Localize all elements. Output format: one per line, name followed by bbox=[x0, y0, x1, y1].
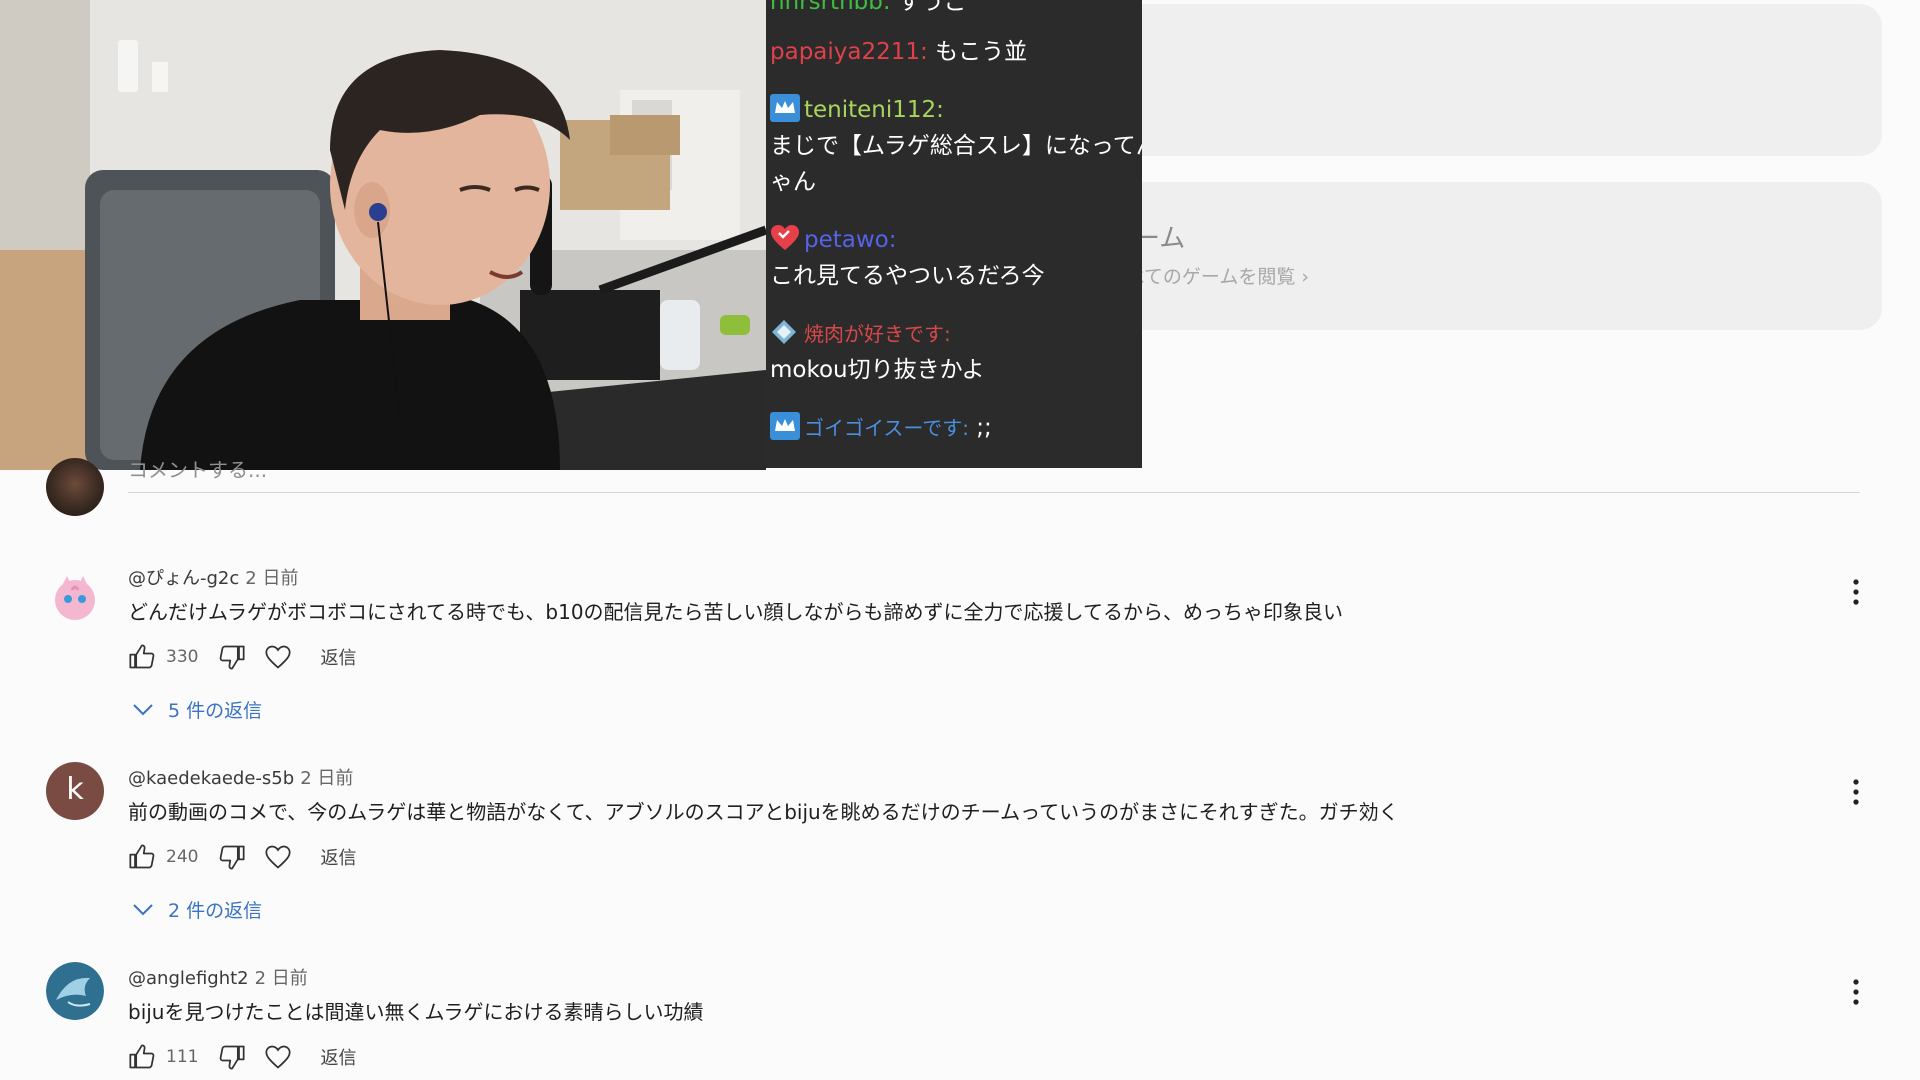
avatar[interactable] bbox=[46, 568, 104, 626]
comment-menu-button[interactable] bbox=[1842, 776, 1870, 808]
chat-text: まじで【ムラゲ総合スレ】になってんじ bbox=[770, 133, 1142, 159]
like-button[interactable] bbox=[126, 1041, 158, 1073]
view-replies-button[interactable]: 2 件の返信 bbox=[132, 896, 262, 923]
dislike-button[interactable] bbox=[216, 1041, 248, 1073]
heart-icon bbox=[265, 645, 291, 669]
chat-message: hhrsrthbb: すうご bbox=[770, 0, 967, 20]
thumbs-up-icon bbox=[129, 644, 155, 669]
heart-badge-icon bbox=[770, 224, 800, 252]
like-button[interactable] bbox=[126, 641, 158, 673]
chat-author: 焼肉が好きです: bbox=[804, 322, 951, 346]
more-vert-icon bbox=[1853, 779, 1859, 805]
chat-author: hhrsrthbb: bbox=[770, 0, 891, 15]
comment-time[interactable]: 2 日前 bbox=[300, 768, 353, 789]
comment-actions: 330 返信 bbox=[126, 641, 356, 673]
thumbs-up-icon bbox=[129, 1044, 155, 1069]
comment-menu-button[interactable] bbox=[1842, 976, 1870, 1008]
comment-text: 前の動画のコメで、今のムラゲは華と物語がなくて、アブソルのスコアとbijuを眺め… bbox=[128, 800, 1399, 824]
author-handle[interactable]: @anglefight2 bbox=[128, 968, 249, 989]
comment-actions: 111 返信 bbox=[126, 1041, 356, 1073]
chat-author: ゴイゴイスーです: bbox=[804, 416, 969, 440]
chat-message: teniteni112: bbox=[770, 92, 944, 128]
reply-button[interactable]: 返信 bbox=[320, 644, 356, 670]
chat-author: papaiya2211: bbox=[770, 39, 928, 65]
thumbs-up-icon bbox=[129, 844, 155, 869]
like-count: 330 bbox=[166, 647, 199, 667]
live-chat-overlay: hhrsrthbb: すうご papaiya2211: もこう並 teniten… bbox=[766, 0, 1142, 468]
thumbs-down-icon bbox=[220, 1045, 245, 1070]
chevron-down-icon bbox=[133, 703, 153, 715]
comment-thread: @ぴょん-g2c 2 日前 どんだけムラゲがボコボコにされてる時でも、b10の配信… bbox=[0, 548, 1920, 738]
webcam-overlay bbox=[0, 0, 766, 470]
dislike-button[interactable] bbox=[216, 841, 248, 873]
replies-label[interactable]: 5 件の返信 bbox=[168, 696, 262, 723]
more-vert-icon bbox=[1853, 579, 1859, 605]
chat-author: teniteni112: bbox=[804, 97, 944, 123]
replies-label[interactable]: 2 件の返信 bbox=[168, 896, 262, 923]
reply-button[interactable]: 返信 bbox=[320, 844, 356, 870]
chat-message: petawo: bbox=[770, 222, 897, 258]
chevron-down-icon bbox=[133, 903, 153, 915]
chat-text: これ見てるやついるだろ今 bbox=[770, 263, 1045, 289]
chat-message: papaiya2211: もこう並 bbox=[770, 34, 1027, 70]
heart-icon bbox=[265, 845, 291, 869]
chat-text: すうご bbox=[897, 0, 967, 15]
avatar[interactable]: k bbox=[46, 762, 104, 820]
avatar-letter: k bbox=[66, 772, 84, 807]
heart-button[interactable] bbox=[262, 641, 294, 673]
user-avatar[interactable] bbox=[46, 458, 104, 516]
comment-author[interactable]: @anglefight2 2 日前 bbox=[128, 964, 308, 990]
view-replies-button[interactable]: 5 件の返信 bbox=[132, 696, 262, 723]
author-handle[interactable]: @kaedekaede-s5b bbox=[128, 768, 294, 789]
crown-badge-icon bbox=[770, 94, 800, 122]
comment-author[interactable]: @kaedekaede-s5b 2 日前 bbox=[128, 764, 353, 790]
chat-text: ;; bbox=[976, 415, 992, 441]
like-count: 240 bbox=[166, 847, 199, 867]
heart-button[interactable] bbox=[262, 841, 294, 873]
comment-text: どんだけムラゲがボコボコにされてる時でも、b10の配信見たら苦しい顔しながらも諦… bbox=[128, 600, 1343, 624]
add-comment-placeholder: コメントする... bbox=[128, 458, 268, 482]
chat-message: ゴイゴイスーです: ;; bbox=[770, 410, 992, 446]
chat-text: mokou切り抜きかよ bbox=[770, 357, 985, 383]
avatar[interactable] bbox=[46, 962, 104, 1020]
like-button[interactable] bbox=[126, 841, 158, 873]
comment-time[interactable]: 2 日前 bbox=[255, 968, 308, 989]
comment-time[interactable]: 2 日前 bbox=[245, 568, 298, 589]
diamond-badge-icon bbox=[770, 318, 800, 346]
comment-actions: 240 返信 bbox=[126, 841, 356, 873]
chat-message: 焼肉が好きです: bbox=[770, 316, 951, 352]
reply-button[interactable]: 返信 bbox=[320, 1044, 356, 1070]
author-handle[interactable]: @ぴょん-g2c bbox=[128, 568, 239, 589]
dislike-button[interactable] bbox=[216, 641, 248, 673]
recommendation-card[interactable] bbox=[1120, 4, 1882, 156]
thumbs-down-icon bbox=[220, 645, 245, 670]
chat-text: もこう並 bbox=[935, 39, 1028, 65]
heart-icon bbox=[265, 1045, 291, 1069]
comment-text: bijuを見つけたことは間違い無くムラゲにおける素晴らしい功績 bbox=[128, 1000, 704, 1024]
chat-author: petawo: bbox=[804, 227, 897, 253]
thumbs-down-icon bbox=[220, 845, 245, 870]
comment-menu-button[interactable] bbox=[1842, 576, 1870, 608]
chat-text: ゃん bbox=[770, 169, 816, 195]
like-count: 111 bbox=[166, 1047, 199, 1067]
crown-badge-icon bbox=[770, 412, 800, 440]
comment-thread: k @kaedekaede-s5b 2 日前 前の動画のコメで、今のムラゲは華と物… bbox=[0, 748, 1920, 938]
more-vert-icon bbox=[1853, 979, 1859, 1005]
comment-thread: @anglefight2 2 日前 bijuを見つけたことは間違い無くムラゲにおけ… bbox=[0, 948, 1920, 1080]
add-comment-input[interactable]: コメントする... bbox=[128, 452, 1860, 493]
heart-button[interactable] bbox=[262, 1041, 294, 1073]
comment-author[interactable]: @ぴょん-g2c 2 日前 bbox=[128, 564, 298, 590]
